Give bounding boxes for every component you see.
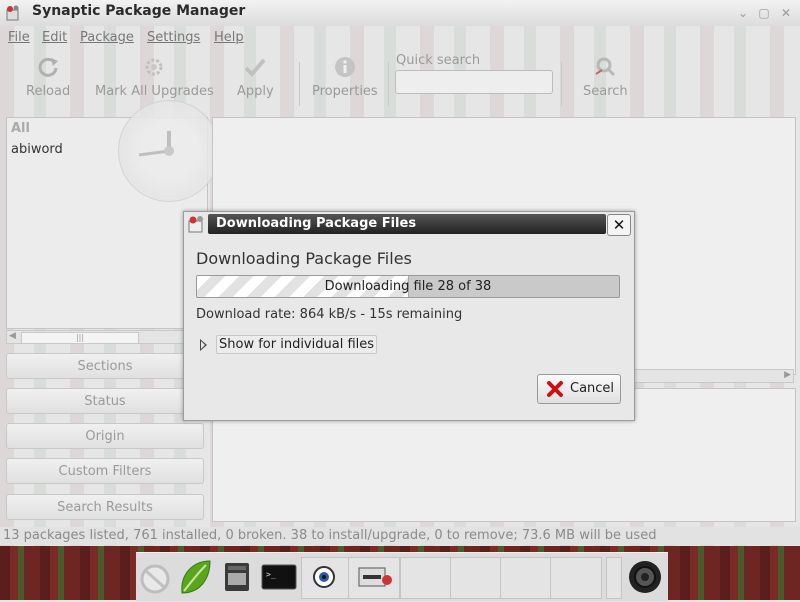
download-dialog: Downloading Package Files ✕ Downloading … xyxy=(183,211,635,421)
filter-list-scrollbar[interactable]: ◀ ||| xyxy=(6,330,206,344)
cancel-x-icon xyxy=(547,381,563,397)
chevron-down-icon[interactable]: ⌄ xyxy=(735,5,751,21)
close-icon[interactable]: ✕ xyxy=(778,5,794,21)
origin-button[interactable]: Origin xyxy=(6,423,204,449)
terminal-icon[interactable]: >_ xyxy=(260,559,298,595)
reload-label: Reload xyxy=(26,84,71,99)
scroll-right-icon[interactable]: ▶ xyxy=(784,370,791,380)
synaptic-app-icon xyxy=(6,5,19,21)
expander-label[interactable]: Show for individual files xyxy=(216,335,378,354)
expander-triangle-icon[interactable] xyxy=(200,339,207,351)
reload-button[interactable]: Reload xyxy=(26,56,70,99)
dock-slot[interactable] xyxy=(500,557,552,599)
synaptic-app-icon xyxy=(188,216,203,233)
synaptic-icon xyxy=(358,567,392,587)
clock-hands-icon xyxy=(138,131,174,157)
scroll-left-icon[interactable]: ◀ xyxy=(9,331,16,341)
dock-slot[interactable] xyxy=(550,557,602,599)
dock-slot-active[interactable] xyxy=(348,557,400,599)
quick-search-label: Quick search xyxy=(396,53,481,68)
dock: >_ xyxy=(136,552,668,601)
close-icon: ✕ xyxy=(612,216,626,234)
menu-file[interactable]: File xyxy=(8,30,30,45)
menu-settings[interactable]: Settings xyxy=(147,30,200,45)
cancel-label: Cancel xyxy=(570,381,615,396)
dock-slot[interactable] xyxy=(450,557,502,599)
checkmark-icon xyxy=(244,58,266,77)
leaf-app-icon[interactable] xyxy=(176,559,214,595)
file-manager-icon[interactable] xyxy=(218,559,256,595)
window-title: Synaptic Package Manager xyxy=(32,3,246,19)
search-label: Search xyxy=(583,84,628,99)
menu-edit[interactable]: Edit xyxy=(42,30,67,45)
eye-app-icon xyxy=(313,566,335,588)
restore-icon[interactable]: ▢ xyxy=(756,5,772,21)
search-button[interactable]: Search xyxy=(583,56,628,99)
mark-all-upgrades-button[interactable]: Mark All Upgrades xyxy=(95,56,214,99)
toolbar-separator xyxy=(561,62,562,106)
custom-filters-button[interactable]: Custom Filters xyxy=(6,458,204,484)
gear-icon xyxy=(145,58,163,76)
toolbar-separator xyxy=(299,62,300,106)
quick-search-input[interactable] xyxy=(395,70,553,94)
menu-help[interactable]: Help xyxy=(214,30,244,45)
menu-package[interactable]: Package xyxy=(80,30,134,45)
dialog-titlebar[interactable]: Downloading Package Files xyxy=(208,214,606,234)
mark-all-upgrades-label: Mark All Upgrades xyxy=(95,84,214,99)
dock-slot[interactable] xyxy=(301,557,353,599)
dialog-close-button[interactable]: ✕ xyxy=(607,214,631,236)
dock-slot[interactable] xyxy=(400,557,452,599)
reload-icon xyxy=(38,57,59,77)
progress-text: Downloading file 28 of 38 xyxy=(324,279,492,294)
menubar: File Edit Package Settings Help xyxy=(0,26,800,50)
window-titlebar[interactable]: Synaptic Package Manager ⌄ ▢ ✕ xyxy=(0,0,800,26)
toolbar-separator xyxy=(388,62,389,106)
properties-button[interactable]: Properties xyxy=(312,56,378,99)
apply-button[interactable]: Apply xyxy=(237,56,274,99)
download-rate: Download rate: 864 kB/s - 15s remaining xyxy=(196,307,463,322)
dialog-heading: Downloading Package Files xyxy=(196,249,412,268)
dialog-title: Downloading Package Files xyxy=(216,216,417,231)
clock-widget xyxy=(118,100,220,202)
dock-slot[interactable] xyxy=(606,557,622,599)
scrollbar-thumb[interactable]: ||| xyxy=(21,332,139,344)
speaker-icon[interactable] xyxy=(626,559,664,595)
properties-label: Properties xyxy=(312,84,378,99)
sections-button[interactable]: Sections xyxy=(6,353,204,379)
cancel-button[interactable]: Cancel xyxy=(537,374,621,404)
status-button[interactable]: Status xyxy=(6,388,204,414)
search-results-button[interactable]: Search Results xyxy=(6,494,204,520)
clock-icon[interactable] xyxy=(136,559,174,595)
status-text: 13 packages listed, 761 installed, 0 bro… xyxy=(3,528,657,543)
search-icon xyxy=(595,57,616,77)
download-progress-bar: Downloading file 28 of 38 xyxy=(196,275,620,298)
statusbar: 13 packages listed, 761 installed, 0 bro… xyxy=(0,527,800,545)
info-icon xyxy=(334,57,355,77)
svg-text:>_: >_ xyxy=(266,570,276,579)
apply-label: Apply xyxy=(237,84,274,99)
